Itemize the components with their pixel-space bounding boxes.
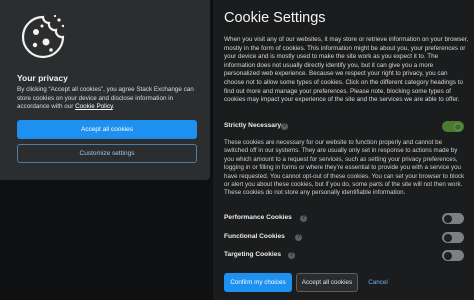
customize-settings-button[interactable]: Customize settings xyxy=(17,144,197,163)
accept-all-cookies-button[interactable]: Accept all cookies xyxy=(296,273,358,292)
panel-intro: When you visit any of our websites, it m… xyxy=(224,36,469,104)
info-icon[interactable]: ? xyxy=(288,252,295,259)
category-performance[interactable]: Performance Cookies ? xyxy=(224,213,464,225)
strictly-necessary-description: These cookies are necessary for our webs… xyxy=(224,139,465,197)
panel-title: Cookie Settings xyxy=(224,10,326,26)
info-icon[interactable]: ? xyxy=(295,234,302,241)
category-functional[interactable]: Functional Cookies ? xyxy=(224,232,464,244)
category-label: Targeting Cookies xyxy=(224,251,282,258)
functional-toggle[interactable] xyxy=(442,232,464,243)
targeting-toggle[interactable] xyxy=(442,250,464,261)
banner-text: By clicking “Accept all cookies”, you ag… xyxy=(17,86,199,112)
cookie-icon xyxy=(21,14,65,59)
toggle-knob xyxy=(444,233,452,242)
cookie-policy-link[interactable]: Cookie Policy xyxy=(75,103,113,110)
info-icon[interactable]: ? xyxy=(281,123,288,130)
toggle-knob xyxy=(454,122,462,131)
category-label: Performance Cookies xyxy=(224,214,292,221)
banner-title: Your privacy xyxy=(17,73,68,83)
category-label: Functional Cookies xyxy=(224,233,285,240)
info-icon[interactable]: ? xyxy=(300,215,307,222)
confirm-choices-button[interactable]: Confirm my choices xyxy=(224,273,292,292)
accept-all-cookies-button[interactable]: Accept all cookies xyxy=(17,120,197,139)
performance-toggle[interactable] xyxy=(442,213,464,224)
category-label: Strictly Necessary xyxy=(224,122,282,129)
strictly-necessary-toggle xyxy=(442,121,464,132)
banner-text-end: . xyxy=(112,103,115,111)
category-strictly-necessary[interactable]: Strictly Necessary ? xyxy=(224,121,464,133)
cancel-button[interactable]: Cancel xyxy=(363,273,393,292)
toggle-knob xyxy=(444,251,452,260)
category-targeting[interactable]: Targeting Cookies ? xyxy=(224,250,464,262)
privacy-banner: Your privacy By clicking “Accept all coo… xyxy=(0,0,210,180)
cookie-settings-panel: Cookie Settings When you visit any of ou… xyxy=(213,0,474,300)
toggle-knob xyxy=(444,214,452,223)
